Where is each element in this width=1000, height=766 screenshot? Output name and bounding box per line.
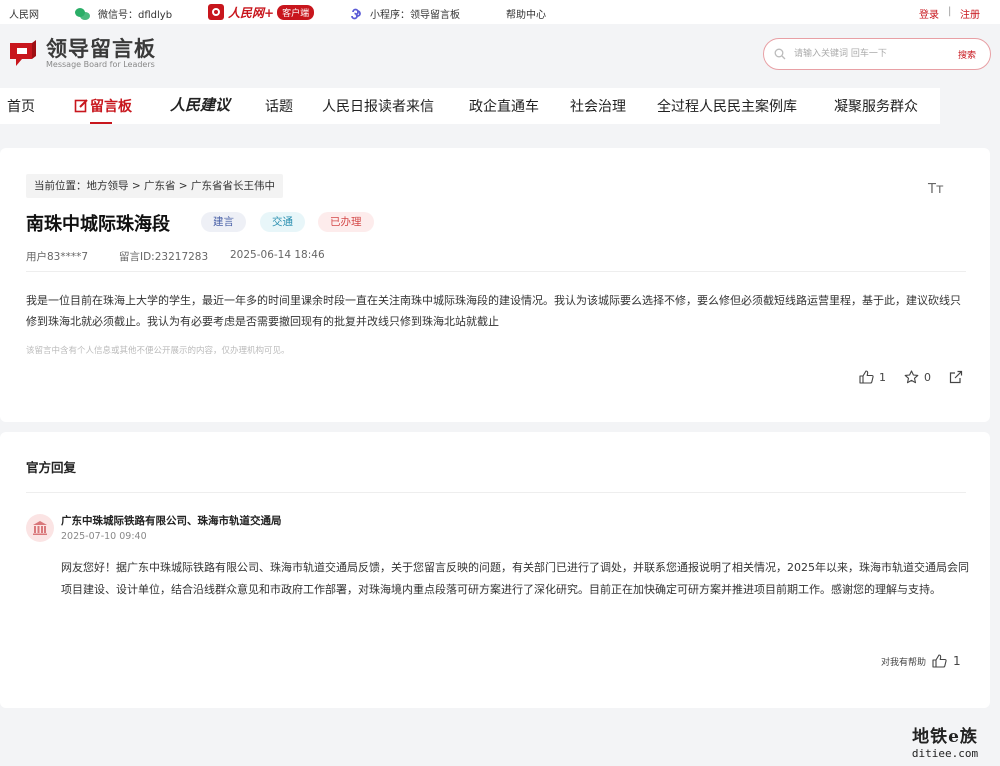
favorite-count: 0 <box>924 370 931 384</box>
tag-transport: 交通 <box>260 212 305 232</box>
nav-active-underline <box>90 122 112 124</box>
nav-serve-masses[interactable]: 凝聚服务群众 <box>834 96 918 116</box>
nav-home[interactable]: 首页 <box>7 96 35 116</box>
reply-date: 2025-07-10 09:40 <box>61 531 147 542</box>
avatar <box>26 514 54 542</box>
wechat-label: 微信号：dfldlyb <box>98 10 173 21</box>
top-bar: 人民网 微信号：dfldlyb 人民网+ 客户端 小程序：领导留言板 帮助中心 … <box>0 0 1000 24</box>
divider <box>26 492 966 493</box>
like-button[interactable]: 1 <box>859 370 886 384</box>
nav-topics[interactable]: 话题 <box>265 96 293 116</box>
privacy-notice: 该留言中含有个人信息或其他不便公开展示的内容，仅办理机构可见。 <box>26 346 290 356</box>
reply-heading: 官方回复 <box>26 460 77 475</box>
breadcrumb[interactable]: 当前位置：地方领导 > 广东省 > 广东省省长王伟中 <box>26 174 283 198</box>
thumbs-up-icon <box>932 654 947 668</box>
helpful-count: 1 <box>953 654 961 668</box>
mini-program[interactable]: 小程序：领导留言板 <box>348 6 460 21</box>
favorite-button[interactable]: 0 <box>904 370 931 384</box>
helpful-label: 对我有帮助 <box>881 657 927 668</box>
reply-content: 网友您好！据广东中珠城际铁路有限公司、珠海市轨道交通局反馈，关于您留言反映的问题… <box>61 561 969 596</box>
app-badge: 客户端 <box>277 4 315 20</box>
mini-program-icon <box>351 8 361 19</box>
search-input[interactable] <box>794 45 944 63</box>
app-brand: 人民网+ <box>228 5 275 20</box>
post-title: 南珠中城际珠海段 <box>26 214 170 235</box>
post-user: 用户83****7 <box>26 251 89 263</box>
mini-program-label: 小程序：领导留言板 <box>370 10 460 21</box>
share-icon <box>949 370 963 384</box>
site-logo[interactable]: 领导留言板 Message Board for Leaders <box>8 38 156 70</box>
status-badge: 已办理 <box>318 212 374 232</box>
nav-enterprise-channel[interactable]: 政企直通车 <box>469 96 539 116</box>
watermark-title: 地铁e族 <box>912 727 978 747</box>
post-datetime: 2025-06-14 18:46 <box>230 249 325 261</box>
reply-card: 官方回复 广东中珠城际铁路有限公司、珠海市轨道交通局 2025-07-10 09… <box>0 432 990 708</box>
nav-message-board[interactable]: 留言板 <box>74 96 132 116</box>
people-app-icon <box>208 4 224 20</box>
main-nav: 首页 留言板 人民建议 话题 人民日报读者来信 政企直通车 社会治理 全过程人民… <box>0 88 940 124</box>
logo-title: 领导留言板 <box>46 37 156 61</box>
register-link[interactable]: 注册 <box>960 6 980 21</box>
share-button[interactable] <box>949 370 968 384</box>
wechat-icon <box>75 7 90 20</box>
post-content: 我是一位目前在珠海上大学的学生，最近一年多的时间里课余时段一直在关注南珠中城际珠… <box>26 294 961 328</box>
nav-social-governance[interactable]: 社会治理 <box>570 96 626 116</box>
divider <box>26 271 966 272</box>
message-card: 当前位置：地方领导 > 广东省 > 广东省省长王伟中 Tт 南珠中城际珠海段 建… <box>0 148 990 422</box>
search-button[interactable]: 搜索 <box>958 48 976 61</box>
logo-mark-icon <box>10 40 36 66</box>
pencil-icon <box>74 99 88 113</box>
watermark-url: ditiee.com <box>911 747 979 760</box>
helpful-button[interactable]: 对我有帮助 1 <box>881 654 961 668</box>
font-size-icon[interactable]: Tт <box>928 182 944 197</box>
login-link[interactable]: 登录 <box>919 6 939 21</box>
like-count: 1 <box>879 370 886 384</box>
site-link[interactable]: 人民网 <box>9 6 39 21</box>
topbar-separator: | <box>948 6 952 17</box>
thumbs-up-icon <box>859 370 874 384</box>
nav-message-board-label: 留言板 <box>90 99 132 115</box>
reply-org: 广东中珠城际铁路有限公司、珠海市轨道交通局 <box>61 515 282 527</box>
app-download[interactable]: 人民网+ 客户端 <box>208 4 315 20</box>
nav-people-suggestion[interactable]: 人民建议 <box>170 94 230 115</box>
wechat-account[interactable]: 微信号：dfldlyb <box>75 6 172 21</box>
tag-suggestion: 建言 <box>201 212 246 232</box>
nav-democracy-cases[interactable]: 全过程人民民主案例库 <box>657 96 797 116</box>
search-icon <box>774 48 786 60</box>
logo-subtitle: Message Board for Leaders <box>46 60 155 69</box>
government-building-icon <box>33 521 47 535</box>
watermark: 地铁e族 ditiee.com <box>894 727 996 760</box>
search-box: 搜索 <box>763 38 991 70</box>
nav-readers-letters[interactable]: 人民日报读者来信 <box>322 96 434 116</box>
help-center-link[interactable]: 帮助中心 <box>506 6 546 21</box>
star-icon <box>904 370 919 384</box>
message-id: 留言ID:23217283 <box>119 251 209 263</box>
